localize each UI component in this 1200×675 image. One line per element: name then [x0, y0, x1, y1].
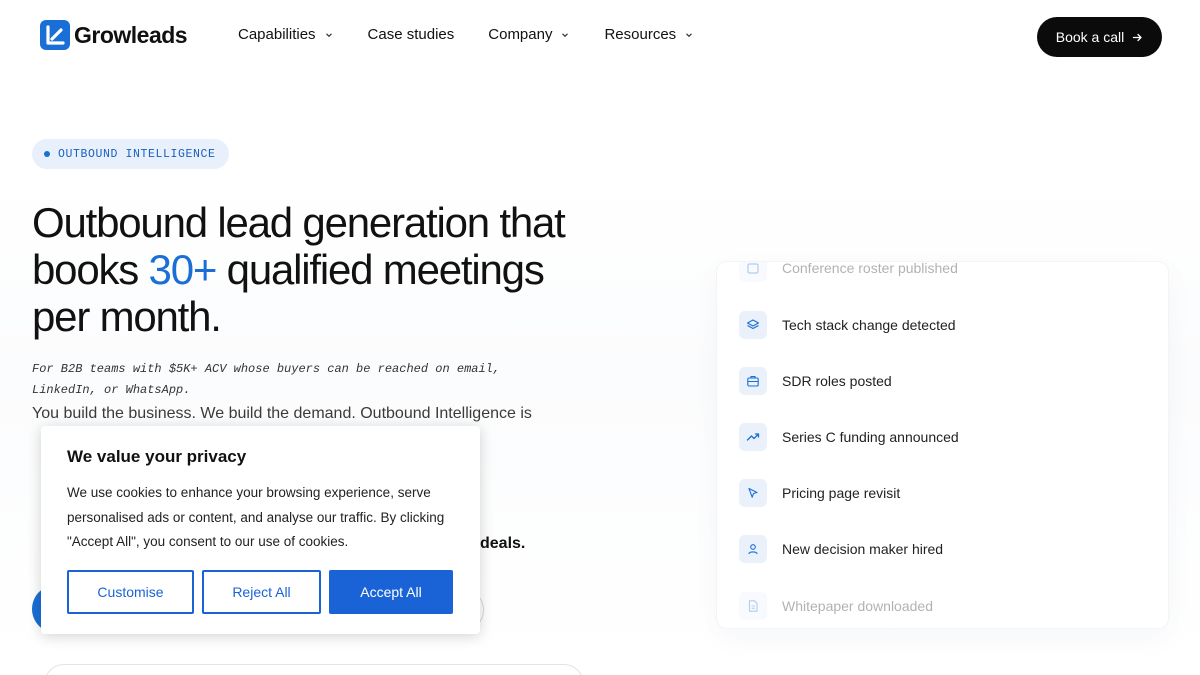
signal-item: Whitepaper downloaded [739, 591, 933, 621]
site-header: Growleads Capabilities Case studies Comp… [0, 0, 1200, 72]
hero-body-bold: deals. [480, 531, 525, 557]
briefcase-icon [739, 367, 767, 395]
hero-body-line: You build the business. We build the dem… [32, 405, 532, 422]
signal-item: Pricing page revisit [739, 478, 900, 508]
signal-item: SDR roles posted [739, 366, 892, 396]
cookie-message: We use cookies to enhance your browsing … [67, 485, 445, 549]
accept-all-button[interactable]: Accept All [329, 570, 453, 614]
calendar-icon [739, 262, 767, 282]
signal-label: SDR roles posted [782, 373, 892, 389]
hero-headline: Outbound lead generation that books 30+ … [32, 199, 592, 340]
main-nav: Capabilities Case studies Company Resour… [238, 26, 728, 43]
signal-item: Conference roster published [739, 262, 958, 283]
signal-label: Series C funding announced [782, 429, 959, 445]
eyebrow-label: OUTBOUND INTELLIGENCE [58, 147, 216, 161]
eyebrow-badge: OUTBOUND INTELLIGENCE [32, 139, 229, 169]
chevron-down-icon [686, 32, 693, 37]
nav-label: Company [488, 26, 553, 43]
signal-item: Tech stack change detected [739, 310, 956, 340]
cta-label: Book a call [1055, 29, 1125, 45]
nav-item-case-studies[interactable]: Case studies [368, 26, 455, 43]
hero-body-bold-tail: deals. [480, 535, 526, 552]
brand-name: Growleads [74, 21, 188, 48]
book-a-call-button[interactable]: Book a call [1037, 17, 1162, 57]
hero-tagline: For B2B teams with $5K+ ACV whose buyers… [32, 362, 501, 397]
nav-item-capabilities[interactable]: Capabilities [238, 26, 334, 43]
signal-item: New decision maker hired [739, 534, 943, 564]
customise-button[interactable]: Customise [67, 570, 194, 614]
signal-label: New decision maker hired [782, 541, 944, 557]
nav-label: Capabilities [238, 26, 316, 43]
signal-item: Series C funding announced [739, 422, 959, 452]
reject-all-button[interactable]: Reject All [202, 570, 321, 614]
signals-panel: Conference roster published Tech stack c… [717, 262, 1168, 628]
nav-label: Resources [604, 26, 677, 43]
layers-icon [739, 311, 767, 339]
cookie-title: We value your privacy [67, 447, 247, 466]
logo-mark-icon [40, 20, 70, 50]
headline-accent: 30+ [148, 246, 218, 293]
cookie-consent-dialog: We value your privacy We use cookies to … [41, 426, 480, 634]
cursor-icon [739, 479, 767, 507]
signal-label: Pricing page revisit [782, 485, 901, 501]
nav-item-company[interactable]: Company [488, 26, 570, 43]
nav-item-resources[interactable]: Resources [604, 26, 694, 43]
trending-up-icon [739, 423, 767, 451]
brand-logo[interactable]: Growleads [40, 20, 188, 50]
chevron-down-icon [325, 32, 332, 37]
eyebrow-dot [44, 151, 50, 157]
document-icon [739, 592, 767, 620]
chevron-down-icon [562, 32, 569, 37]
arrow-right-icon [1133, 33, 1142, 41]
signal-label: Tech stack change detected [782, 317, 956, 333]
signal-label: Conference roster published [782, 262, 958, 276]
proof-strip [44, 664, 584, 675]
signal-label: Whitepaper downloaded [782, 598, 933, 614]
user-icon [739, 535, 767, 563]
nav-label: Case studies [367, 26, 455, 43]
hero-body: You build the business. We build the dem… [32, 401, 562, 427]
